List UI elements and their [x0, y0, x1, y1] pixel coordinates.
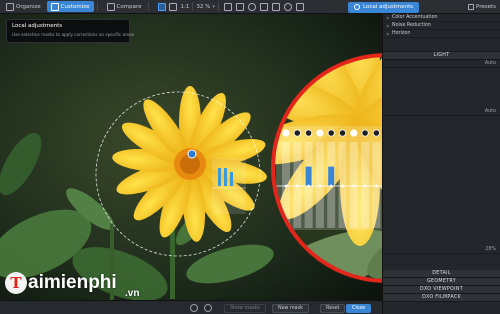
section-geometry-header[interactable]: GEOMETRY [383, 278, 500, 286]
toolbar-divider [96, 2, 98, 11]
section-filmpack-header[interactable]: DXO FILMPACK [383, 294, 500, 302]
slider-icon[interactable] [338, 129, 347, 137]
customize-icon [50, 2, 59, 11]
redo-icon[interactable] [204, 304, 212, 312]
auto-value[interactable]: Auto [485, 61, 496, 66]
slider-fill [305, 166, 312, 186]
top-toolbar: Organize Customize Compare 1:1 32 % ▾ Lo… [0, 0, 500, 14]
zoom-value: 28% [485, 247, 496, 252]
toolbar-divider [192, 2, 194, 11]
slider-icon[interactable] [327, 129, 335, 137]
view-icon[interactable] [295, 2, 304, 11]
palette-controls-area [383, 254, 500, 270]
undo-icon[interactable] [190, 304, 198, 312]
toolbar-divider [148, 2, 150, 11]
local-adjustments-button[interactable]: Local adjustments [348, 1, 420, 13]
organize-icon [6, 2, 14, 11]
palette-spacer [383, 38, 500, 52]
palette-item-label: Noise Reduction [392, 23, 431, 28]
palette-item[interactable]: ▸ Horizon [383, 30, 500, 38]
compare-button[interactable]: Compare [103, 1, 146, 12]
slider-icon[interactable] [361, 129, 369, 137]
mask-pin[interactable] [187, 149, 197, 159]
reset-button[interactable]: Reset [320, 303, 346, 313]
crop-icon[interactable] [223, 2, 232, 11]
site-logo: T aimienphi .vn [5, 272, 139, 299]
toolbar-divider [217, 2, 219, 11]
photo-canvas [0, 14, 382, 300]
palette-row[interactable]: 28% [383, 246, 500, 254]
new-mask-button[interactable]: New mask [272, 303, 309, 313]
local-adjustment-panel-small [212, 158, 246, 214]
compare-label: Compare [116, 3, 142, 10]
slider-icon[interactable] [282, 129, 290, 137]
expand-arrow-icon: ▸ [387, 23, 390, 28]
bottom-bar: Show masks New mask Reset Close [0, 300, 382, 314]
palette-item-label: Color Accentuation [392, 15, 438, 20]
section-detail-header[interactable]: DETAIL [383, 270, 500, 278]
straighten-icon[interactable] [235, 2, 244, 11]
local-adjustments-tooltip: Local adjustments Use selective masks to… [6, 19, 135, 43]
expand-arrow-icon: ▸ [387, 15, 390, 20]
expand-arrow-icon: ▸ [387, 31, 390, 36]
palette-controls-area [383, 116, 500, 246]
slider-icon[interactable] [293, 129, 301, 137]
white-balance-icon[interactable] [271, 2, 280, 11]
palette-item[interactable]: ▸ Noise Reduction [383, 22, 500, 30]
logo-mark: T [5, 272, 27, 294]
section-light-header[interactable]: LIGHT [383, 52, 500, 60]
slider-icon[interactable] [304, 129, 313, 137]
right-palette: ▸ Color Accentuation ▸ Noise Reduction ▸… [382, 14, 500, 314]
fit-screen-icon[interactable] [158, 2, 167, 11]
image-viewer[interactable]: Local adjustments Use selective masks to… [0, 14, 382, 300]
local-adjustments-icon [354, 4, 360, 10]
presets-button[interactable]: Presets [468, 2, 496, 13]
presets-icon [468, 4, 474, 10]
auto-value[interactable]: Auto [485, 109, 496, 114]
horizon-icon[interactable] [283, 2, 292, 11]
zoom-icon[interactable] [169, 2, 178, 11]
slider-icon[interactable] [316, 129, 324, 137]
logo-suffix: .vn [125, 288, 140, 299]
show-masks-button[interactable]: Show masks [224, 303, 266, 313]
tooltip-title: Local adjustments [12, 23, 63, 29]
tooltip-body: Use selective masks to apply corrections… [12, 32, 135, 37]
close-button[interactable]: Close [346, 303, 372, 313]
palette-row[interactable]: Auto [383, 60, 500, 68]
local-adjustment-sliders [276, 126, 382, 230]
red-eye-icon[interactable] [247, 2, 256, 11]
logo-text: aimienphi [28, 272, 117, 293]
customize-label: Customize [60, 3, 90, 10]
palette-row[interactable]: Auto [383, 108, 500, 116]
organize-label: Organize [16, 3, 41, 10]
repair-icon[interactable] [259, 2, 268, 11]
zoom-dropdown-icon[interactable]: ▾ [212, 4, 215, 10]
slider-fill [328, 166, 335, 186]
palette-controls-area [383, 68, 500, 108]
organize-tab[interactable]: Organize [2, 1, 45, 12]
presets-label: Presets [476, 4, 497, 10]
customize-tab[interactable]: Customize [46, 1, 94, 12]
slider-icon[interactable] [372, 129, 380, 137]
slider-icon[interactable] [350, 129, 358, 137]
ratio-label[interactable]: 1:1 [180, 4, 189, 10]
section-viewpoint-header[interactable]: DXO VIEWPOINT [383, 286, 500, 294]
compare-icon [106, 2, 115, 11]
palette-item-label: Horizon [392, 31, 411, 36]
local-adjustments-label: Local adjustments [363, 4, 414, 10]
palette-item[interactable]: ▸ Color Accentuation [383, 14, 500, 22]
zoom-level[interactable]: 32 % [196, 4, 210, 10]
